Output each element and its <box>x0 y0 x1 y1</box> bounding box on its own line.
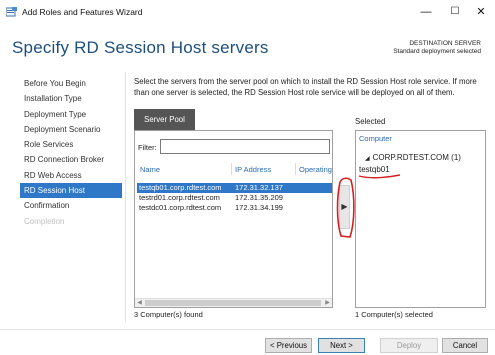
domain-group-label: CORP.RDTEST.COM (1) <box>372 153 461 162</box>
nav-item-rd-session-host[interactable]: RD Session Host <box>20 183 122 199</box>
nav-item-role-services[interactable]: Role Services <box>20 137 122 152</box>
nav-item-rd-web-access[interactable]: RD Web Access <box>20 168 122 183</box>
server-name: testqb01.corp.rdtest.com <box>139 183 222 192</box>
window-title: Add Roles and Features Wizard <box>22 7 143 17</box>
domain-group[interactable]: ◢ CORP.RDTEST.COM (1) <box>365 153 461 162</box>
page-title: Specify RD Session Host servers <box>12 38 269 57</box>
column-header-ip-address[interactable]: IP Address <box>235 165 271 174</box>
nav-item-confirmation[interactable]: Confirmation <box>20 198 122 213</box>
nav-item-deployment-scenario[interactable]: Deployment Scenario <box>20 122 122 137</box>
server-ip: 172.31.34.199 <box>235 203 283 212</box>
pool-count: 3 Computer(s) found <box>134 310 203 319</box>
tab-server-pool[interactable]: Server Pool <box>134 109 195 130</box>
wizard-nav: Before You Begin Installation Type Deplo… <box>20 76 122 229</box>
scroll-right-icon[interactable]: ▶ <box>323 299 332 307</box>
server-name: testrd01.corp.rdtest.com <box>139 193 220 202</box>
selected-label: Selected <box>355 117 386 126</box>
server-manager-icon <box>6 7 17 17</box>
scroll-left-icon[interactable]: ◀ <box>135 299 144 307</box>
table-row[interactable]: testdc01.corp.rdtest.com 172.31.34.199 <box>137 203 332 213</box>
server-ip: 172.31.32.137 <box>235 183 283 192</box>
destination-server-label: DESTINATION SERVER <box>409 40 481 47</box>
minimize-button[interactable]: — <box>412 3 440 21</box>
footer-divider <box>0 329 495 330</box>
table-row[interactable]: testrd01.corp.rdtest.com 172.31.35.209 <box>137 193 332 203</box>
instructions-text: Select the servers from the server pool … <box>134 77 477 97</box>
deploy-button: Deploy <box>380 338 438 353</box>
filter-input[interactable] <box>160 139 330 154</box>
nav-item-installation-type[interactable]: Installation Type <box>20 91 122 106</box>
title-bar: Add Roles and Features Wizard — ☐ ✕ <box>0 0 495 24</box>
maximize-button[interactable]: ☐ <box>441 3 469 21</box>
scroll-thumb[interactable] <box>145 300 321 306</box>
column-divider <box>231 163 232 175</box>
cancel-button[interactable]: Cancel <box>442 338 488 353</box>
server-pool-list: Filter: Name IP Address Operating testqb… <box>134 130 333 308</box>
column-divider <box>295 163 296 175</box>
selected-servers-list: Computer ◢ CORP.RDTEST.COM (1) testqb01 <box>355 130 486 308</box>
column-header-operating-system[interactable]: Operating <box>299 165 332 174</box>
nav-item-deployment-type[interactable]: Deployment Type <box>20 107 122 122</box>
previous-button[interactable]: < Previous <box>265 338 312 353</box>
filter-label: Filter: <box>138 143 157 152</box>
selected-count: 1 Computer(s) selected <box>355 310 433 319</box>
column-header-computer[interactable]: Computer <box>359 134 392 143</box>
server-ip: 172.31.35.209 <box>235 193 283 202</box>
column-header-name[interactable]: Name <box>140 165 160 174</box>
destination-server-value: Standard deployment selected <box>393 48 481 55</box>
horizontal-scrollbar[interactable]: ◀ ▶ <box>135 298 332 307</box>
nav-item-before-you-begin[interactable]: Before You Begin <box>20 76 122 91</box>
close-button[interactable]: ✕ <box>467 3 495 21</box>
collapse-triangle-icon[interactable]: ◢ <box>365 156 370 162</box>
next-button[interactable]: Next > <box>318 338 365 353</box>
server-name: testdc01.corp.rdtest.com <box>139 203 222 212</box>
nav-item-completion: Completion <box>24 216 65 226</box>
annotation-underline <box>358 174 401 179</box>
nav-divider <box>125 72 126 322</box>
table-row[interactable]: testqb01.corp.rdtest.com 172.31.32.137 <box>137 183 332 193</box>
nav-item-rd-connection-broker[interactable]: RD Connection Broker <box>20 152 122 167</box>
